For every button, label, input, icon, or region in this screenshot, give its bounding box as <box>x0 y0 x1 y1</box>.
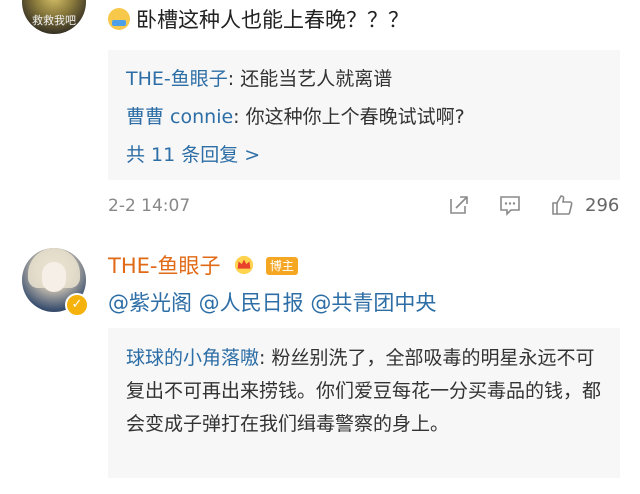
reply-preview-box[interactable]: 球球的小角落嗷: 粉丝别洗了，全部吸毒的明星永远不可复出不可再出来捞钱。你们爱豆… <box>108 328 620 478</box>
emoji-icon <box>108 8 130 30</box>
comment-body: 卧槽这种人也能上春晚？？？ <box>136 8 409 32</box>
avatar-face <box>42 262 66 292</box>
crown-icon <box>235 255 254 275</box>
reply-item[interactable]: 球球的小角落嗷: 粉丝别洗了，全部吸毒的明星永远不可复出不可再出来捞钱。你们爱豆… <box>126 342 606 441</box>
more-replies-link[interactable]: 共 11 条回复 > <box>126 140 260 167</box>
avatar-caption: 救救我吧 <box>32 14 76 27</box>
share-icon[interactable] <box>447 193 471 217</box>
like-icon[interactable] <box>550 193 574 217</box>
reply-preview-box[interactable]: THE-鱼眼子: 还能当艺人就离谱 曹曹 connie: 你这种你上个春晚试试啊… <box>108 50 620 180</box>
reply-username[interactable]: 曹曹 connie <box>126 106 233 128</box>
reply-item[interactable]: 曹曹 connie: 你这种你上个春晚试试啊? <box>126 102 465 129</box>
reply-username[interactable]: 球球的小角落嗷 <box>126 347 259 369</box>
verified-icon: ✓ <box>65 293 89 317</box>
author-username[interactable]: THE-鱼眼子 <box>108 254 220 278</box>
comment-text: 卧槽这种人也能上春晚？？？ <box>108 4 409 34</box>
reply-item[interactable]: THE-鱼眼子: 还能当艺人就离谱 <box>126 64 392 91</box>
comment-icon[interactable] <box>498 193 522 217</box>
blogger-badge: 博主 <box>265 257 298 275</box>
author-name-row: THE-鱼眼子 博主 <box>108 250 298 280</box>
timestamp: 2-2 14:07 <box>108 196 191 216</box>
reply-text: : 你这种你上个春晚试试啊? <box>233 106 465 128</box>
reply-username[interactable]: THE-鱼眼子 <box>126 68 228 90</box>
mentions-text[interactable]: @紫光阁 @人民日报 @共青团中央 <box>108 287 436 317</box>
reply-text: : 还能当艺人就离谱 <box>227 68 393 90</box>
avatar[interactable]: 救救我吧 <box>22 0 86 34</box>
like-count: 296 <box>585 195 620 216</box>
